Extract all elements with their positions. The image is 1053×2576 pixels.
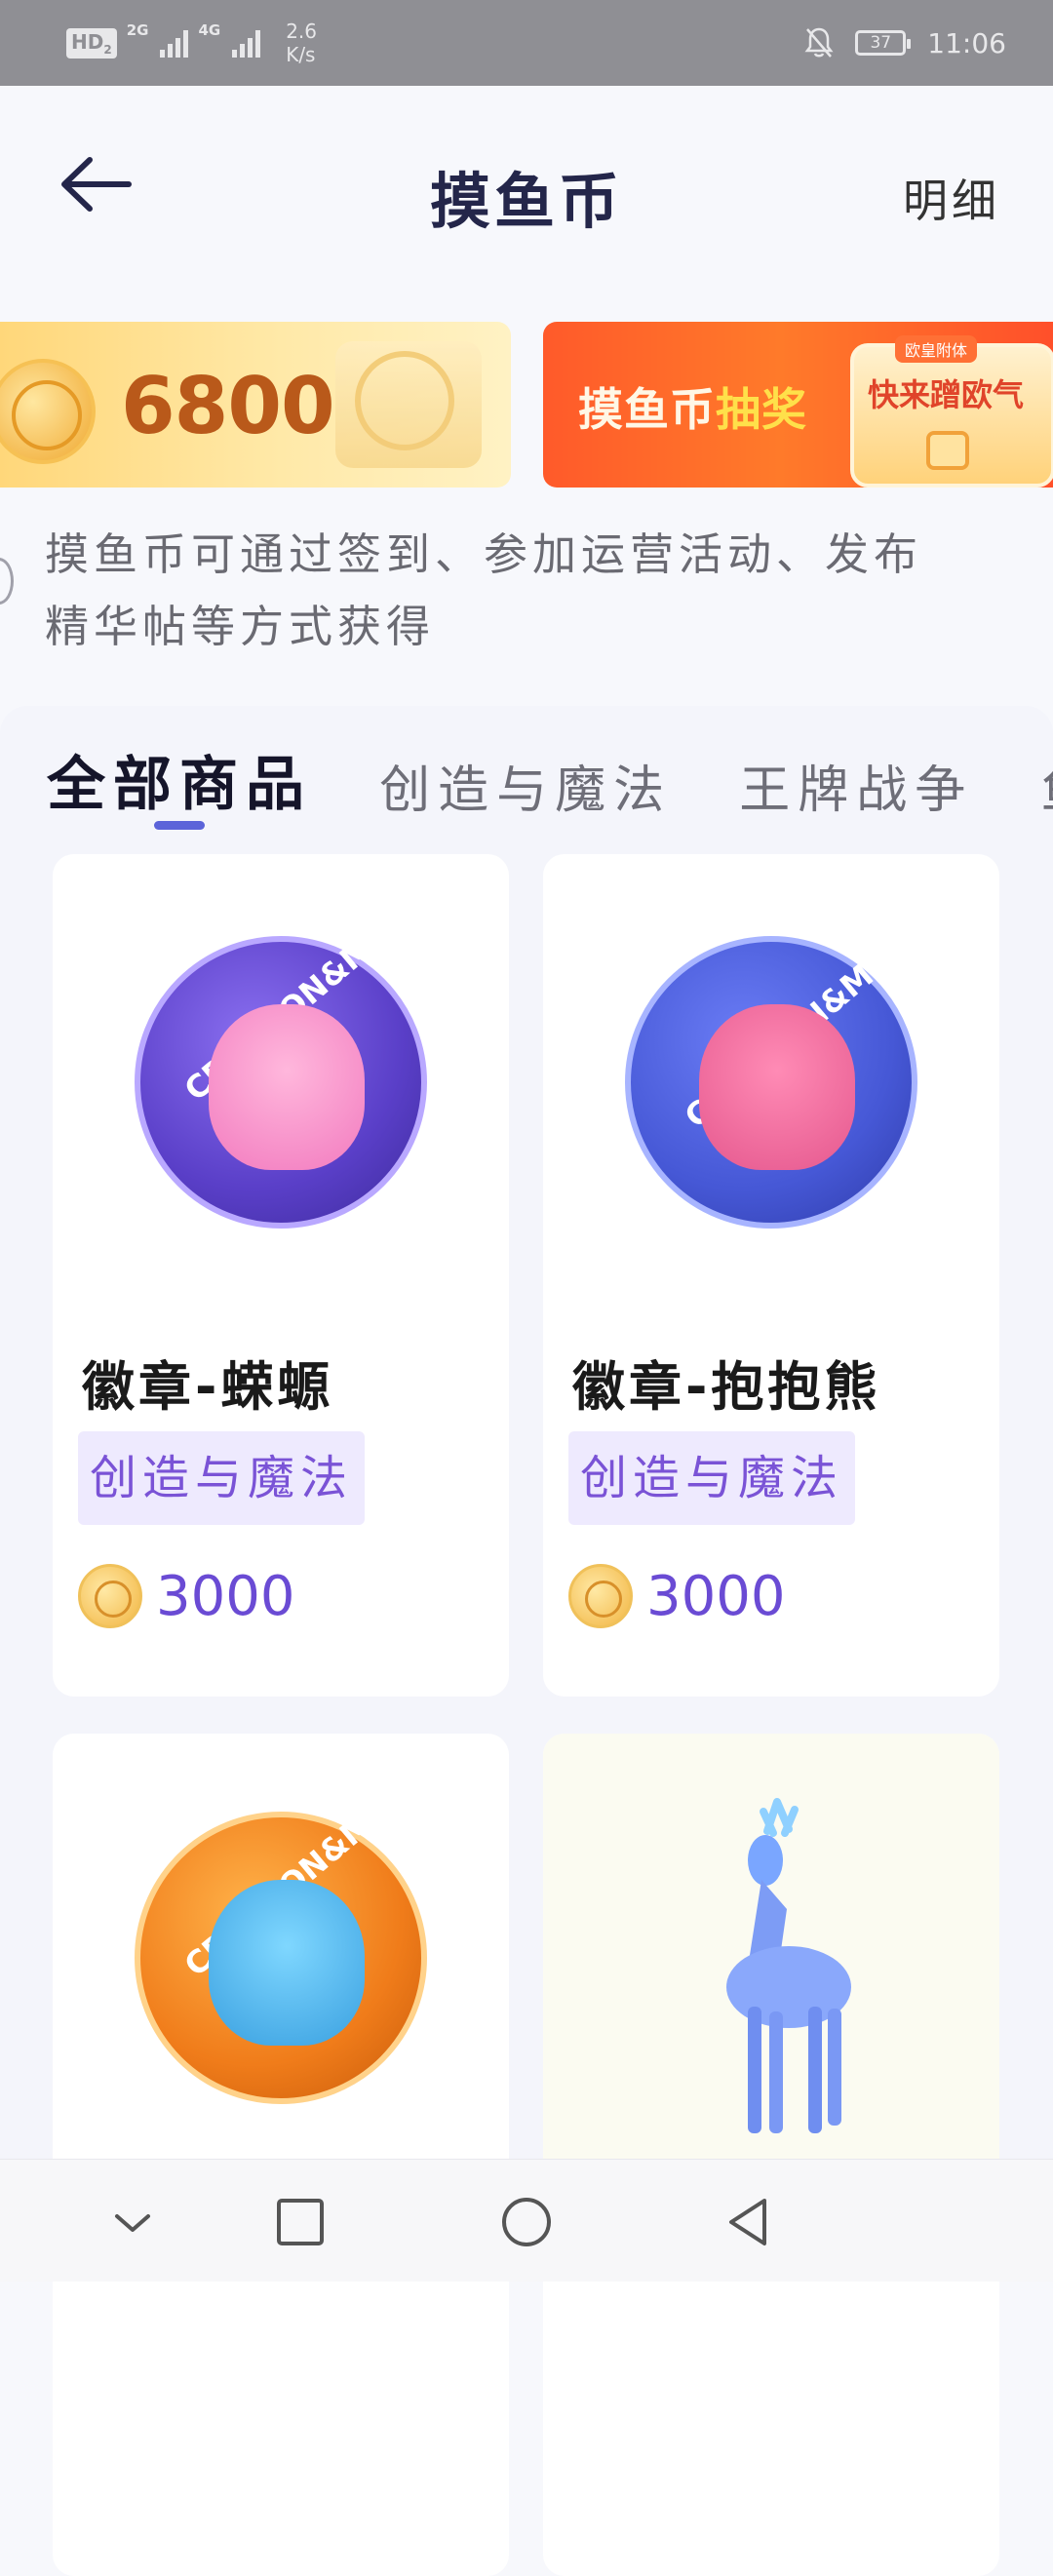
status-right: 37 11:06 [804,21,1006,64]
battery-icon: 37 [855,30,912,56]
product-price: 3000 [568,1562,786,1630]
lottery-gift-card: 欧皇附体 快来蹭欧气 [850,335,1053,488]
product-image-bear-badge: CREATION&MAGIC [625,903,945,1229]
stage-illustration [335,341,482,468]
fish-coin-icon [568,1564,633,1628]
clock: 11:06 [927,26,1006,59]
product-card[interactable]: CREATION&M 徽章-蝾螈 创造与魔法 3000 [53,854,509,1697]
product-section: 全部商品 创造与魔法 王牌战争 鱼 CREATION&M 徽章-蝾螈 创造与魔法… [0,706,1053,2576]
detail-link[interactable]: 明细 [903,166,1000,230]
battery-level: 37 [870,33,892,53]
back-triangle-icon[interactable] [718,2191,780,2253]
product-game-tag: 创造与魔法 [568,1431,856,1525]
chevron-down-icon[interactable] [101,2191,164,2253]
turtle-illustration [209,1880,365,2046]
product-card[interactable]: CREATION&MAGIC 徽章-抱抱熊 创造与魔法 3000 [543,854,999,1697]
fish-coin-icon [78,1564,142,1628]
system-navigation-bar [0,2159,1053,2282]
product-card[interactable] [543,1734,999,2576]
info-line-2: 精华帖等方式获得 [45,601,436,652]
lottery-label-part1: 摸鱼币 [578,383,716,436]
product-price: 3000 [78,1562,295,1630]
product-image-turtle-badge: CREATION&M [135,1805,427,2104]
coin-balance-banner[interactable]: 6800 [0,322,511,488]
signal-2-label: 4G [198,21,221,39]
mute-bell-icon [804,26,834,59]
gift-box-icon [926,431,969,470]
status-left: HD2 2G 4G 2.6 K/s [66,20,317,66]
lottery-label: 摸鱼币抽奖 [578,374,807,439]
bear-illustration [699,1004,855,1170]
tab-all-products[interactable]: 全部商品 [47,737,312,822]
coin-info-text: 摸鱼币可通过签到、参加运营活动、发布 精华帖等方式获得 [45,519,1000,663]
lottery-label-part2: 抽奖 [716,383,807,436]
info-line-1: 摸鱼币可通过签到、参加运营活动、发布 [45,528,923,580]
coin-balance: 6800 [121,361,335,451]
status-bar: HD2 2G 4G 2.6 K/s 37 11:06 [0,0,1053,86]
product-card[interactable]: CREATION&M [53,1734,509,2576]
active-tab-indicator [154,821,205,830]
signal-1-label: 2G [126,21,149,39]
net-speed-unit: K/s [286,43,316,66]
product-name: 徽章-蝾螈 [82,1356,334,1418]
product-name: 徽章-抱抱熊 [572,1356,881,1418]
deer-illustration [726,1798,851,2133]
page-title: 摸鱼币 [429,166,623,237]
recent-apps-icon[interactable] [269,2191,332,2253]
lottery-banner[interactable]: 摸鱼币抽奖 欧皇附体 快来蹭欧气 [543,322,1053,488]
category-tabs: 全部商品 创造与魔法 王牌战争 鱼 [47,737,1053,825]
gift-card-tag: 欧皇附体 [895,335,978,363]
info-indicator-icon [0,558,14,605]
tab-ace-war[interactable]: 王牌战争 [739,749,973,822]
tab-fish[interactable]: 鱼 [1040,749,1053,822]
gift-card-title: 快来蹭欧气 [868,376,1025,413]
home-icon[interactable] [495,2191,558,2253]
net-speed-value: 2.6 [286,20,318,43]
signal-1-icon [160,28,189,58]
hd-badge: HD2 [66,27,117,59]
product-game-tag: 创造与魔法 [78,1431,366,1525]
tab-creation-magic[interactable]: 创造与魔法 [379,749,672,822]
fish-coin-icon [0,359,96,464]
net-speed: 2.6 K/s [286,20,317,66]
price-value: 3000 [646,1564,786,1628]
product-image-deer [543,1734,999,2192]
axolotl-illustration [209,1004,365,1170]
product-image-axolotl-badge: CREATION&M [135,929,427,1229]
price-value: 3000 [156,1564,295,1628]
header: 摸鱼币 明细 [0,86,1053,300]
signal-2-icon [232,28,261,58]
